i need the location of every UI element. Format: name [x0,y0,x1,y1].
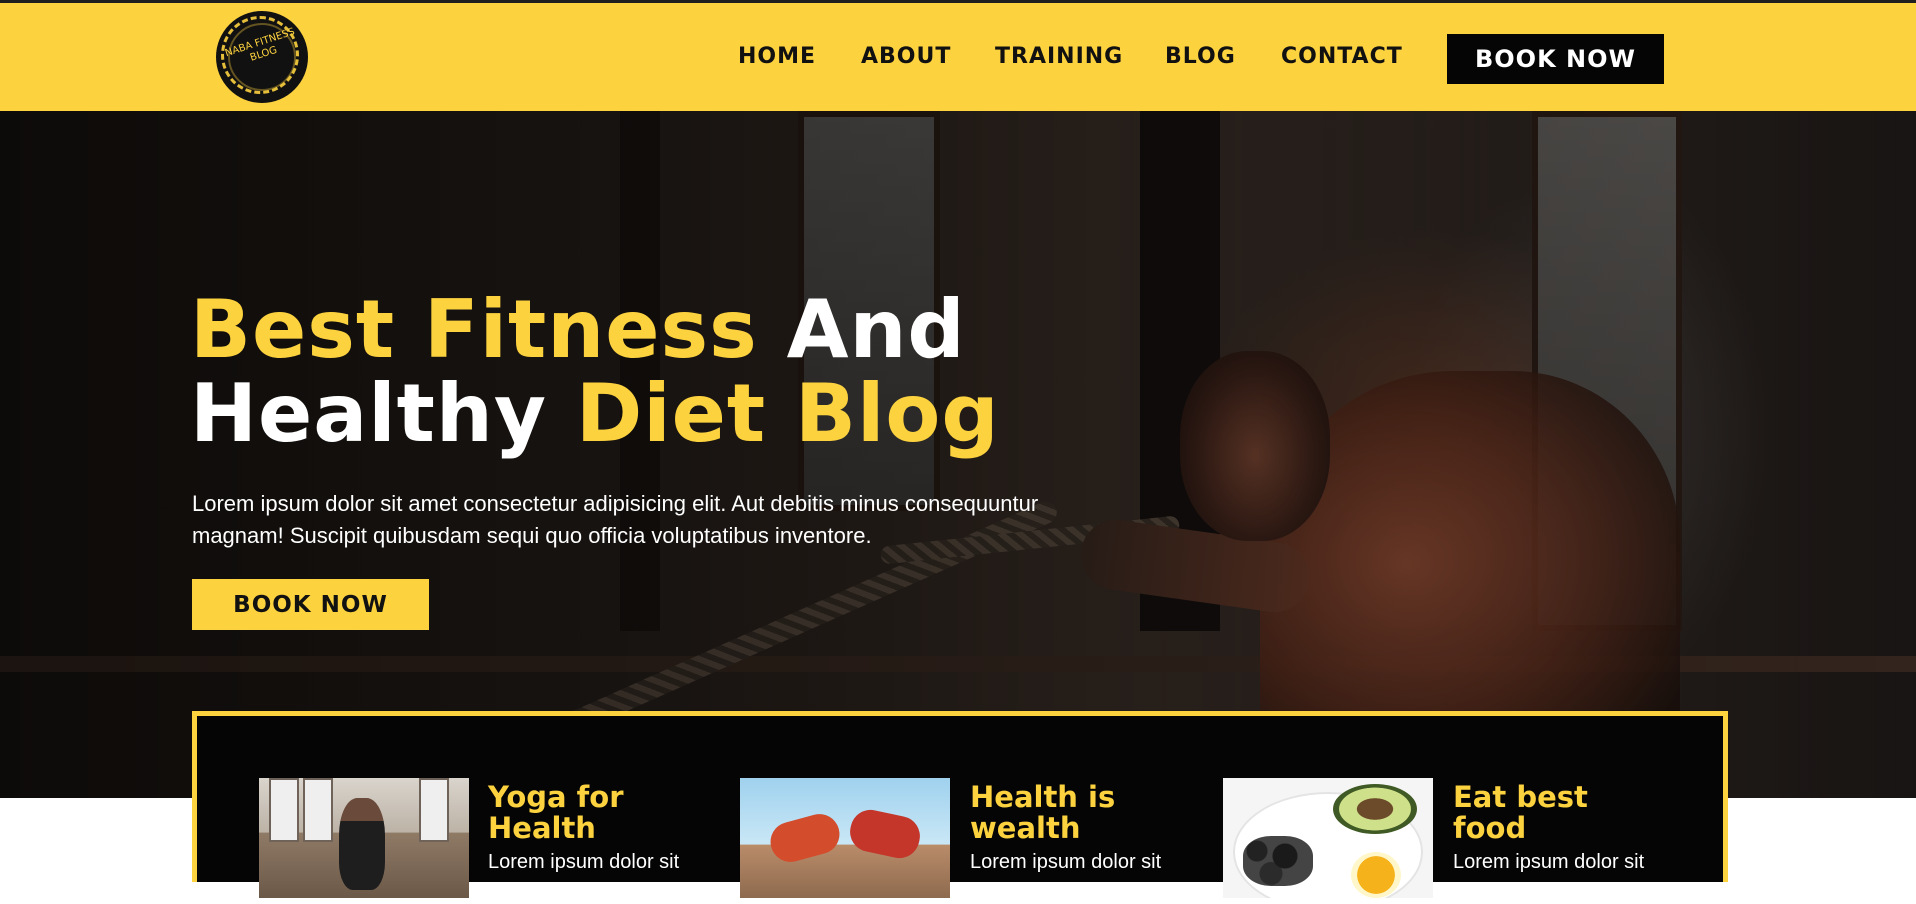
nav-about[interactable]: ABOUT [861,44,951,69]
nav-link-contact[interactable]: CONTACT [1281,44,1403,69]
feature-text: Lorem ipsum dolor sit amet consectetur [488,851,680,901]
nav-contact[interactable]: CONTACT [1281,44,1403,69]
hero-title-and: And [786,283,966,376]
hero-description: Lorem ipsum dolor sit amet consectetur a… [192,491,1039,548]
nav-home[interactable]: HOME [738,44,816,69]
features-section: Yoga for Health Lorem ipsum dolor sit am… [192,711,1728,901]
site-header: NABA FITNESS BLOG HOME ABOUT TRAINING BL… [0,0,1916,111]
egg [1351,852,1401,898]
health-image[interactable] [740,778,950,898]
feature-text: Lorem ipsum dolor sit amet consectetur [970,851,1162,901]
yoga-person [339,798,385,890]
hero-title-best-fitness: Best Fitness [190,283,758,376]
nav-link-blog[interactable]: BLOG [1165,44,1236,69]
berries [1243,836,1313,886]
athlete-figure [766,809,844,867]
window-pane [303,778,333,842]
yoga-image[interactable] [259,778,469,898]
feature-title[interactable]: Health is wealth [970,782,1150,844]
hero-title-diet-blog: Diet Blog [575,367,1000,460]
hero-book-now-button[interactable]: BOOK NOW [192,579,429,630]
hero-title: Best Fitness And Healthy Diet Blog [190,288,1000,456]
hero-title-healthy: Healthy [190,367,547,460]
nav-link-training[interactable]: TRAINING [995,44,1123,69]
nav-training[interactable]: TRAINING [995,44,1123,69]
window-pane [419,778,449,842]
food-image[interactable] [1223,778,1433,898]
nav-blog[interactable]: BLOG [1165,44,1236,69]
feature-title[interactable]: Eat best food [1453,782,1613,844]
book-now-button[interactable]: BOOK NOW [1447,34,1664,84]
athlete-figure [846,806,924,862]
window-pane [269,778,299,842]
nav-link-home[interactable]: HOME [738,44,816,69]
feature-title[interactable]: Yoga for Health [488,782,648,844]
feature-text: Lorem ipsum dolor sit amet consectetur [1453,851,1645,901]
avocado [1333,784,1417,834]
logo[interactable]: NABA FITNESS BLOG [216,11,308,103]
nav-link-about[interactable]: ABOUT [861,44,951,69]
